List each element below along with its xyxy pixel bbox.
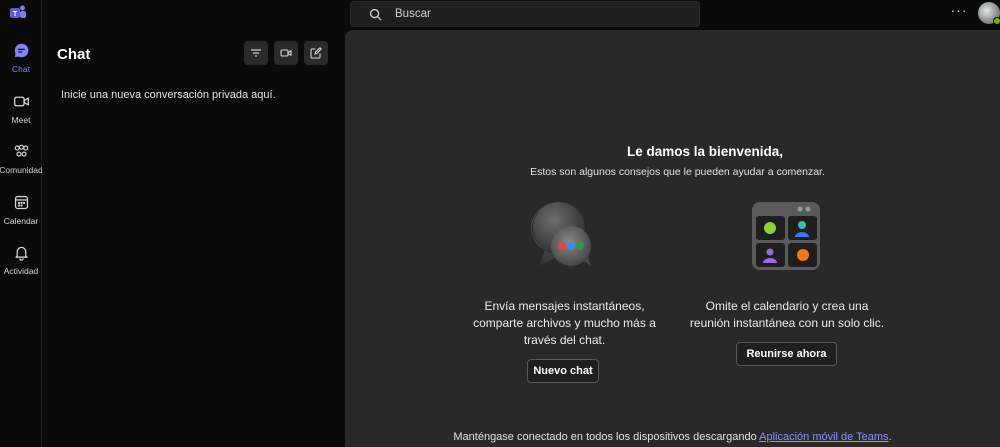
filter-icon <box>251 49 261 57</box>
more-options-button[interactable]: ··· <box>950 3 968 22</box>
filter-button[interactable] <box>244 41 268 65</box>
new-chat-card-button[interactable]: Nuevo chat <box>527 359 599 383</box>
search-input[interactable]: Buscar <box>350 1 700 27</box>
meet-now-card-button[interactable]: Reunirse ahora <box>736 342 837 366</box>
meet-card-line: Omite el calendario y crea una <box>705 299 869 313</box>
mobile-app-link[interactable]: Aplicación móvil de Teams <box>759 431 888 443</box>
chat-icon <box>14 43 28 58</box>
chat-card-text: Envía mensajes instantáneos, comparte ar… <box>457 298 672 349</box>
footer-text: Manténgase conectado en todos los dispos… <box>453 431 760 443</box>
chat-card-line: través del chat. <box>523 333 606 347</box>
rail-item-meet[interactable]: Meet <box>0 91 42 137</box>
presence-available-icon <box>993 17 1000 25</box>
rail-item-calendar[interactable]: Calendar <box>0 192 42 238</box>
meet-card-text: Omite el calendario y crea una reunión i… <box>677 298 897 332</box>
page-title: Chat <box>57 46 91 63</box>
rail-item-label: Actividad <box>3 266 39 276</box>
welcome-subtitle: Estos son algunos consejos que le pueden… <box>530 166 825 178</box>
chat-bubbles-illustration-icon <box>531 202 591 266</box>
rail-item-label: Comunidad <box>0 165 43 175</box>
rail-item-label: Meet <box>11 115 31 125</box>
bell-icon <box>14 246 28 261</box>
new-chat-button[interactable] <box>304 41 328 65</box>
video-icon <box>13 96 29 107</box>
chat-list-panel: Chat Inicie una nueva conversación priva… <box>42 30 345 447</box>
calendar-icon <box>14 195 28 210</box>
rail-item-activity[interactable]: Actividad <box>0 242 42 288</box>
meeting-grid-illustration-icon <box>752 202 820 270</box>
rail-item-chat[interactable]: Chat <box>0 40 42 86</box>
mobile-app-footer: Manténgase conectado en todos los dispos… <box>345 431 1000 443</box>
footer-end: . <box>888 431 892 443</box>
rail-item-label: Calendar <box>3 216 39 226</box>
rail-item-community[interactable]: Comunidad <box>0 141 43 187</box>
meet-card-line: reunión instantánea con un solo clic. <box>689 316 885 330</box>
avatar[interactable] <box>978 2 1000 25</box>
app-rail: T Chat Meet Comunidad Calendar Actividad <box>0 0 43 447</box>
search-placeholder: Buscar <box>395 8 431 20</box>
empty-chat-message: Inicie una nueva conversación privada aq… <box>61 89 276 101</box>
compose-icon <box>310 47 322 59</box>
svg-text:T: T <box>13 11 18 18</box>
teams-logo-icon[interactable]: T <box>9 4 27 22</box>
search-icon <box>369 8 382 21</box>
video-icon <box>280 49 292 57</box>
meet-now-button[interactable] <box>274 41 298 65</box>
chat-card-line: Envía mensajes instantáneos, <box>484 299 645 313</box>
main-content: Le damos la bienvenida, Estos son alguno… <box>345 30 1000 447</box>
welcome-title: Le damos la bienvenida, <box>626 144 784 159</box>
rail-item-label: Chat <box>12 64 30 74</box>
community-icon <box>14 144 28 157</box>
chat-card-line: comparte archivos y mucho más a <box>473 316 656 330</box>
